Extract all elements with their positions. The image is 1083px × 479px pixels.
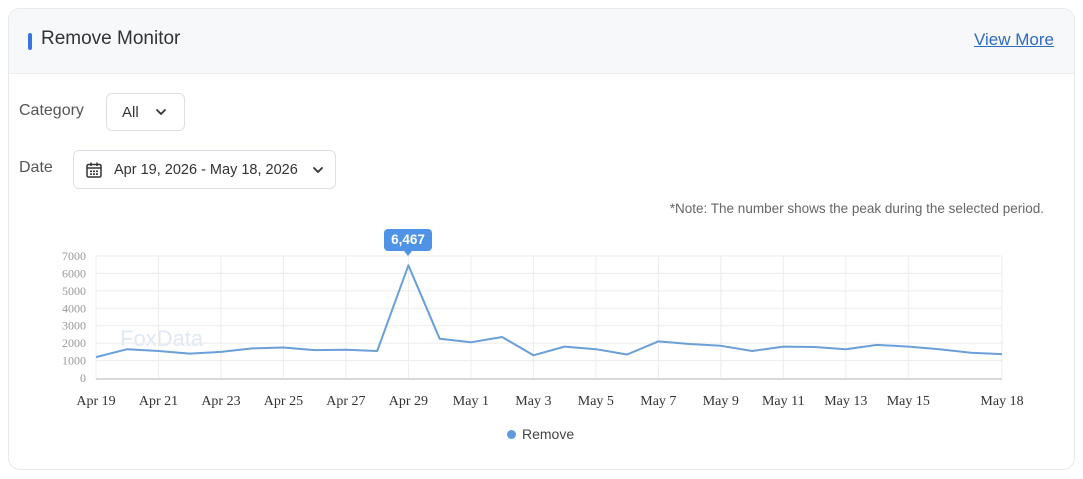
x-tick-label: May 5 bbox=[578, 394, 614, 409]
x-tick-label: May 1 bbox=[453, 394, 489, 409]
x-tick-label: May 18 bbox=[980, 394, 1023, 409]
x-tick-label: Apr 21 bbox=[139, 394, 178, 409]
y-tick-label: 6000 bbox=[62, 266, 86, 280]
x-tick-label: May 3 bbox=[515, 394, 551, 409]
x-tick-label: May 13 bbox=[824, 394, 867, 409]
legend-dot-remove bbox=[507, 429, 516, 439]
peak-value-label: 6,467 bbox=[384, 229, 432, 251]
y-tick-label: 4000 bbox=[62, 301, 86, 315]
remove-line-chart: 0 1000 2000 3000 4000 5000 6000 7000 Apr 19 Apr 2… bbox=[62, 249, 1024, 409]
x-tick-label: Apr 25 bbox=[264, 394, 303, 409]
x-tick-label: Apr 29 bbox=[389, 394, 428, 409]
x-tick-label: May 9 bbox=[703, 394, 739, 409]
y-tick-label: 5000 bbox=[62, 284, 86, 298]
y-tick-label: 7000 bbox=[62, 249, 86, 263]
y-tick-label: 1000 bbox=[62, 354, 86, 368]
legend-label-remove: Remove bbox=[522, 426, 575, 442]
y-tick-label: 3000 bbox=[62, 319, 86, 333]
peak-label-pointer bbox=[404, 251, 412, 256]
y-tick-label: 2000 bbox=[62, 336, 86, 350]
chart-legend[interactable]: Remove bbox=[507, 426, 574, 442]
x-tick-label: May 15 bbox=[887, 394, 930, 409]
x-tick-label: May 7 bbox=[640, 394, 676, 409]
y-tick-label: 0 bbox=[80, 371, 86, 385]
x-tick-label: May 11 bbox=[762, 394, 805, 409]
x-tick-label: Apr 27 bbox=[326, 394, 365, 409]
x-tick-label: Apr 19 bbox=[76, 394, 115, 409]
x-tick-label: Apr 23 bbox=[201, 394, 240, 409]
